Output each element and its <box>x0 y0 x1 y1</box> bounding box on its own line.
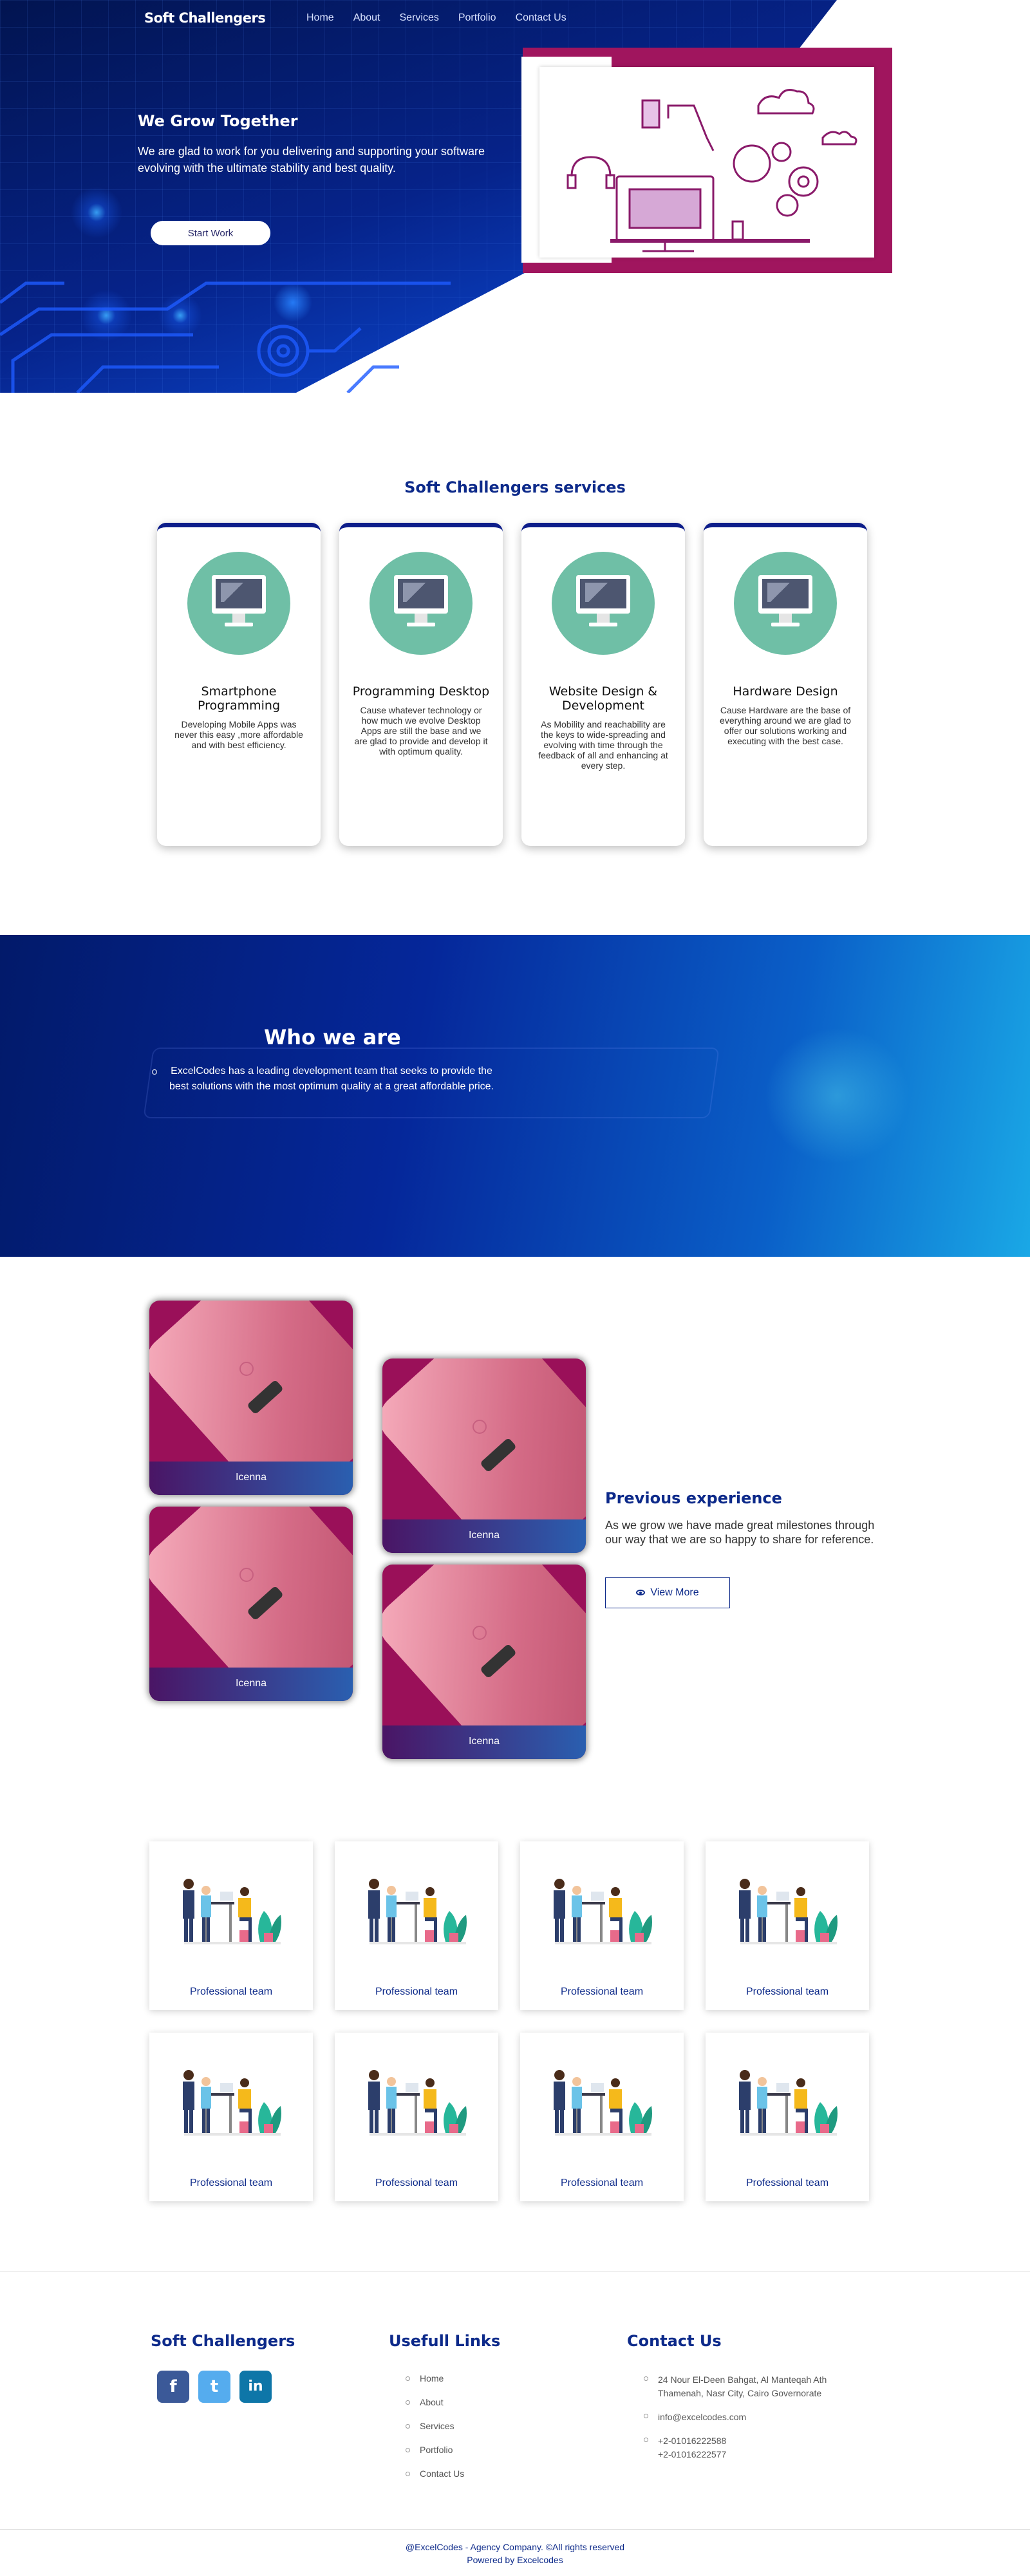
team-card-label: Professional team <box>375 1986 458 1997</box>
team-card-label: Professional team <box>745 1986 829 1997</box>
service-title: Website Design & Development <box>548 684 658 713</box>
footer-links-title: Usefull Links <box>389 2332 501 2350</box>
footer-link-services[interactable]: Services <box>405 2421 464 2431</box>
view-more-button[interactable]: View More <box>605 1577 730 1608</box>
copyright: @ExcelCodes - Agency Company. ©All right… <box>0 2541 1030 2566</box>
nav-menu: Home About Services Portfolio Contact Us <box>306 12 566 24</box>
service-text: As Mobility and reachability are the key… <box>538 719 668 771</box>
service-card-website[interactable]: Website Design & Development As Mobility… <box>521 523 685 846</box>
service-text: Cause Hardware are the base of everythin… <box>720 705 851 746</box>
footer-contact-title: Contact Us <box>627 2332 722 2350</box>
service-title: Programming Desktop <box>352 684 490 699</box>
portfolio-caption: Icenna <box>149 1462 353 1495</box>
hero-subtitle: We are glad to work for you delivering a… <box>138 145 485 174</box>
portfolio-item[interactable]: Icenna <box>382 1565 586 1759</box>
team-card[interactable]: Professional team <box>335 2033 498 2201</box>
service-text: Developing Mobile Apps was never this ea… <box>174 719 303 750</box>
team-card[interactable]: Professional team <box>520 2033 684 2201</box>
nav-link-services[interactable]: Services <box>400 12 439 24</box>
top-nav: Soft Challengers Home About Services Por… <box>0 0 1030 37</box>
team-illustration <box>554 1879 652 1944</box>
nav-link-portfolio[interactable]: Portfolio <box>458 12 496 24</box>
computer-monitor-icon <box>370 552 473 655</box>
brand-logo[interactable]: Soft Challengers <box>144 10 266 26</box>
nav-link-contact[interactable]: Contact Us <box>516 12 566 24</box>
team-card-label: Professional team <box>560 2177 644 2188</box>
service-title: Smartphone Programming <box>197 684 281 713</box>
nav-link-about[interactable]: About <box>353 12 380 24</box>
team-card[interactable]: Professional team <box>149 2033 313 2201</box>
team-card[interactable]: Professional team <box>706 2033 869 2201</box>
team-illustration <box>554 2070 652 2136</box>
who-we-are-section: Who we are ExcelCodes has a leading deve… <box>0 935 1030 1257</box>
footer-links: Home About Services Portfolio Contact Us <box>405 2373 464 2492</box>
team-card-label: Professional team <box>745 2177 829 2188</box>
computer-monitor-icon <box>187 552 290 655</box>
services-cards: Smartphone Programming Developing Mobile… <box>157 523 867 846</box>
team-card[interactable]: Professional team <box>706 1841 869 2010</box>
hero-section: Soft Challengers Home About Services Por… <box>0 0 1030 393</box>
team-illustration <box>739 1879 838 1944</box>
contact-email[interactable]: info@excelcodes.com <box>644 2411 851 2424</box>
experience-text: As we grow we have made great milestones… <box>605 1519 875 1546</box>
team-card-label: Professional team <box>375 2177 458 2188</box>
footer-link-home[interactable]: Home <box>405 2373 464 2383</box>
service-title: Hardware Design <box>733 684 838 699</box>
team-illustration <box>368 2070 467 2136</box>
portfolio-caption: Icenna <box>382 1725 586 1759</box>
service-text: Cause whatever technology or how much we… <box>354 705 488 757</box>
footer-link-portfolio[interactable]: Portfolio <box>405 2445 464 2455</box>
services-title: Soft Challengers services <box>404 478 626 496</box>
team-illustration <box>368 1879 467 1944</box>
contact-phones: +2-01016222588 +2-01016222577 <box>644 2434 851 2461</box>
contact-phone[interactable]: +2-01016222588 <box>658 2436 726 2446</box>
contact-phone[interactable]: +2-01016222577 <box>658 2449 726 2459</box>
contact-address: 24 Nour El-Deen Bahgat, Al Manteqah Ath … <box>644 2373 851 2400</box>
computer-monitor-icon <box>734 552 837 655</box>
service-card-desktop[interactable]: Programming Desktop Cause whatever techn… <box>339 523 503 846</box>
tech-workflow-illustration <box>566 89 857 252</box>
footer-link-contact[interactable]: Contact Us <box>405 2468 464 2479</box>
portfolio-item[interactable]: Icenna <box>382 1359 586 1553</box>
footer-bottom-divider <box>0 2529 1030 2530</box>
twitter-icon[interactable]: t <box>198 2371 230 2403</box>
service-card-smartphone[interactable]: Smartphone Programming Developing Mobile… <box>157 523 321 846</box>
footer-link-about[interactable]: About <box>405 2397 464 2407</box>
team-card[interactable]: Professional team <box>149 1841 313 2010</box>
portfolio-item[interactable]: Icenna <box>149 1507 353 1701</box>
team-illustration <box>183 2070 281 2136</box>
view-more-label: View More <box>650 1587 699 1598</box>
hero-title: We Grow Together <box>138 112 298 130</box>
hero-illustration <box>539 67 874 258</box>
facebook-icon[interactable]: f <box>157 2371 189 2403</box>
team-illustration <box>183 1879 281 1944</box>
linkedin-icon[interactable]: in <box>239 2371 272 2403</box>
team-illustration <box>739 2070 838 2136</box>
start-work-button[interactable]: Start Work <box>151 221 270 245</box>
team-card[interactable]: Professional team <box>520 1841 684 2010</box>
who-text: ExcelCodes has a leading development tea… <box>152 1064 502 1095</box>
eye-icon <box>636 1590 646 1596</box>
team-card-label: Professional team <box>560 1986 644 1997</box>
footer-contact: 24 Nour El-Deen Bahgat, Al Manteqah Ath … <box>644 2373 851 2472</box>
nav-link-home[interactable]: Home <box>306 12 334 24</box>
portfolio-caption: Icenna <box>382 1519 586 1553</box>
team-card-label: Professional team <box>189 1986 273 1997</box>
team-card[interactable]: Professional team <box>335 1841 498 2010</box>
portfolio-caption: Icenna <box>149 1668 353 1701</box>
portfolio-item[interactable]: Icenna <box>149 1301 353 1495</box>
copyright-text: @ExcelCodes - Agency Company. ©All right… <box>405 2542 625 2552</box>
who-title: Who we are <box>264 1025 401 1049</box>
powered-by[interactable]: Powered by Excelcodes <box>0 2553 1030 2566</box>
footer-brand: Soft Challengers <box>151 2332 295 2350</box>
experience-title: Previous experience <box>605 1489 782 1507</box>
team-card-label: Professional team <box>189 2177 273 2188</box>
service-card-hardware[interactable]: Hardware Design Cause Hardware are the b… <box>704 523 867 846</box>
computer-monitor-icon <box>552 552 655 655</box>
